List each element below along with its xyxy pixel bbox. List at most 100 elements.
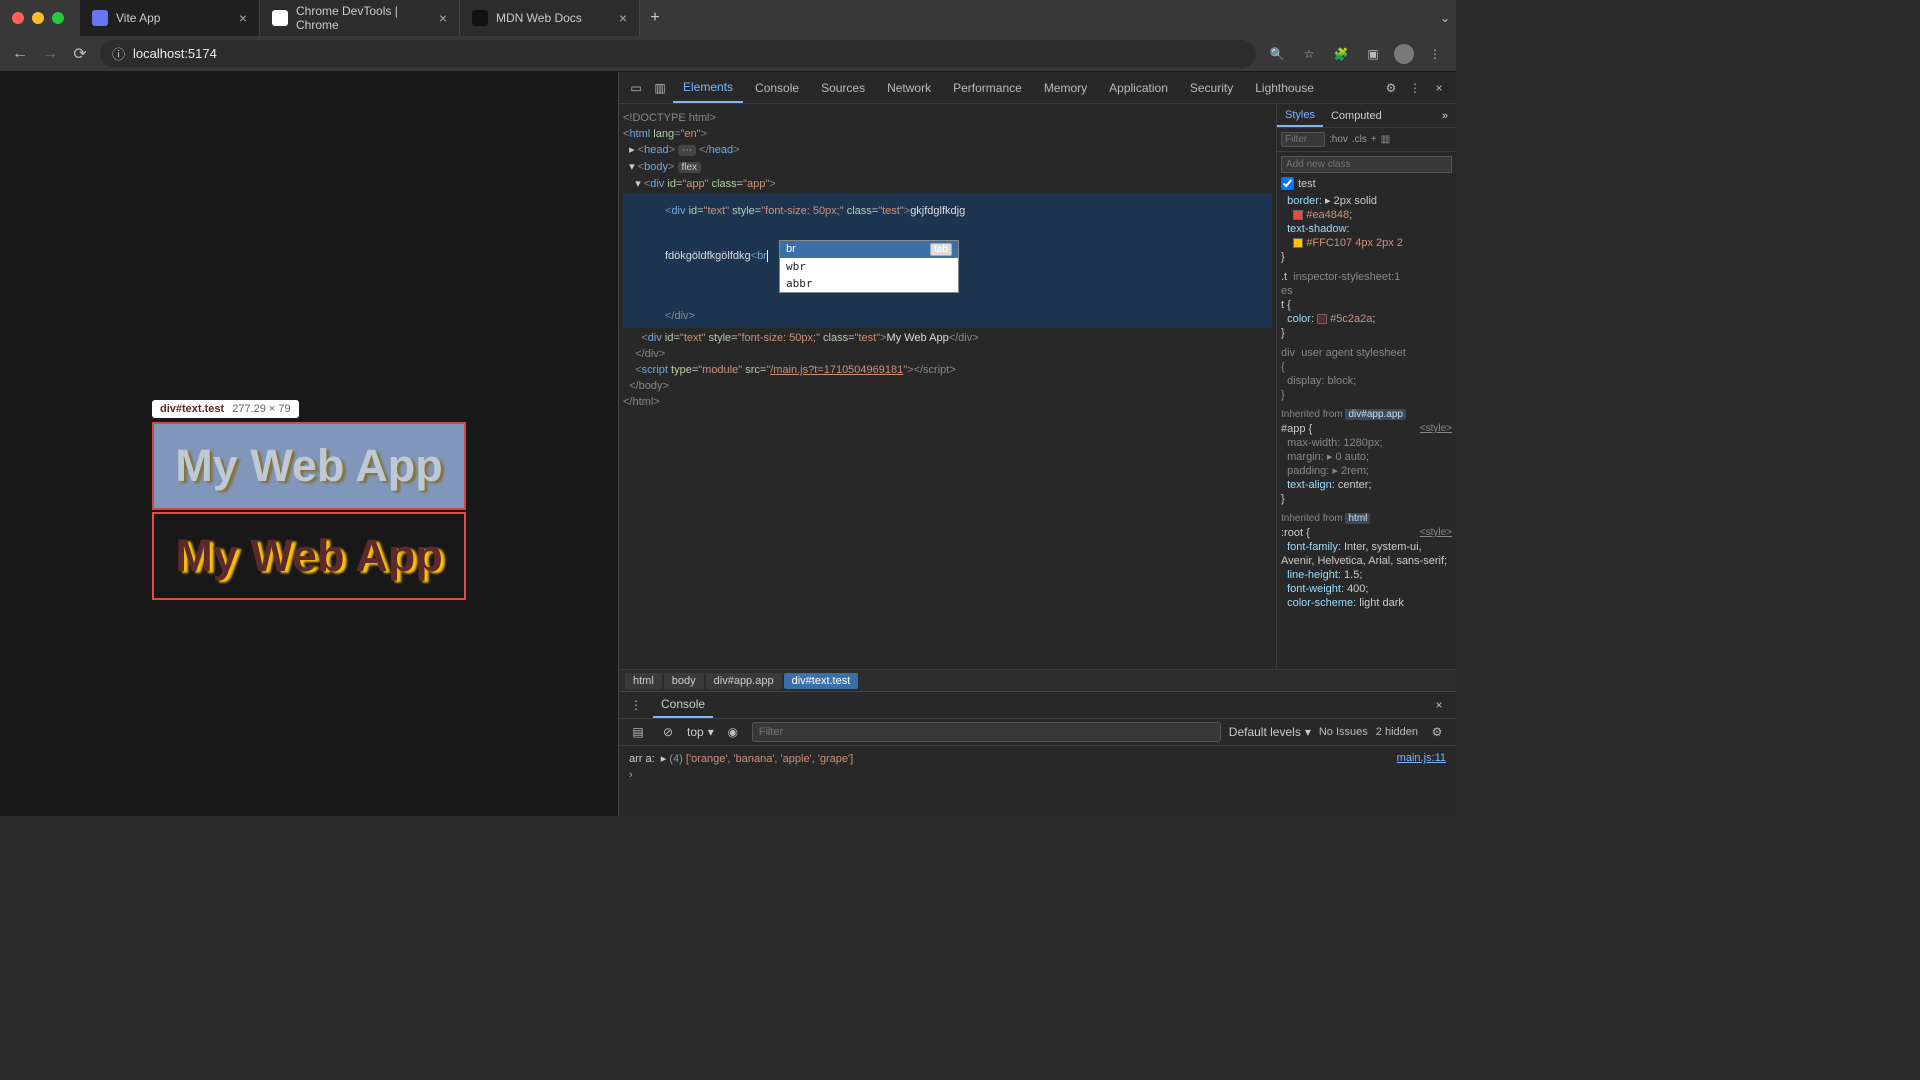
tab-application[interactable]: Application — [1099, 72, 1178, 103]
body-close-node[interactable]: </body> — [623, 378, 1272, 394]
console-output[interactable]: main.js:11 arr a: ▸ (4) ['orange', 'bana… — [619, 746, 1456, 816]
extensions-icon[interactable]: 🧩 — [1330, 47, 1352, 61]
tab-title: Chrome DevTools | Chrome — [296, 4, 431, 32]
dom-breadcrumbs: html body div#app.app div#text.test — [619, 669, 1456, 691]
search-icon[interactable]: 🔍 — [1266, 47, 1288, 61]
site-info-icon[interactable]: ⓘ — [112, 44, 125, 63]
computed-toggle-icon[interactable]: ▥ — [1381, 134, 1390, 145]
new-tab-button[interactable]: + — [640, 0, 670, 36]
rule-test[interactable]: border: ▸ 2px solid #ea4848; text-shadow… — [1281, 194, 1452, 264]
side-panel-icon[interactable]: ▣ — [1362, 47, 1384, 61]
inspect-icon[interactable]: ▭ — [625, 81, 647, 95]
crumb-text[interactable]: div#text.test — [784, 673, 859, 689]
gear-icon[interactable]: ⚙ — [1426, 725, 1448, 739]
cls-toggle[interactable]: .cls — [1352, 134, 1367, 145]
hov-toggle[interactable]: :hov — [1329, 134, 1348, 145]
console-sidebar-icon[interactable]: ▤ — [627, 725, 649, 739]
crumb-body[interactable]: body — [664, 673, 704, 689]
tab-console[interactable]: Console — [745, 72, 809, 103]
html-node[interactable]: <html lang="en"> — [623, 126, 1272, 142]
tab-sources[interactable]: Sources — [811, 72, 875, 103]
tab-lighthouse[interactable]: Lighthouse — [1245, 72, 1324, 103]
autocomplete-item-br[interactable]: brtab — [780, 241, 958, 258]
live-expression-icon[interactable]: ◉ — [722, 725, 744, 739]
script-node[interactable]: <script type="module" src="/main.js?t=17… — [623, 362, 1272, 378]
reload-button[interactable]: ⟳ — [70, 44, 90, 64]
gear-icon[interactable]: ⚙ — [1380, 81, 1402, 95]
tab-performance[interactable]: Performance — [943, 72, 1032, 103]
class-toggle-row[interactable]: test — [1281, 177, 1452, 190]
console-log-row[interactable]: main.js:11 arr a: ▸ (4) ['orange', 'bana… — [629, 752, 1446, 765]
address-bar[interactable]: ⓘ localhost:5174 — [100, 40, 1256, 68]
tab-computed[interactable]: Computed — [1323, 104, 1390, 127]
styles-rules[interactable]: test border: ▸ 2px solid #ea4848; text-s… — [1277, 152, 1456, 669]
tab-styles[interactable]: Styles — [1277, 104, 1323, 127]
console-toolbar: ▤ ⊘ top ▾ ◉ Default levels ▾ No Issues 2… — [619, 718, 1456, 746]
crumb-app[interactable]: div#app.app — [706, 673, 782, 689]
minimize-window[interactable] — [32, 12, 44, 24]
close-icon[interactable]: × — [439, 10, 447, 26]
head-node[interactable]: ▸ <head> ⋯ </head> — [623, 142, 1272, 159]
maximize-window[interactable] — [52, 12, 64, 24]
close-icon[interactable]: × — [1428, 81, 1450, 95]
clear-console-icon[interactable]: ⊘ — [657, 725, 679, 739]
color-swatch[interactable] — [1317, 314, 1327, 324]
console-prompt[interactable]: › — [629, 769, 1446, 781]
close-icon[interactable]: × — [1428, 698, 1450, 712]
autocomplete-item-wbr[interactable]: wbr — [780, 258, 958, 275]
inherited-app[interactable]: Inherited from div#app.app #app { <style… — [1281, 408, 1452, 506]
tab-security[interactable]: Security — [1180, 72, 1243, 103]
styles-filter-input[interactable] — [1281, 132, 1325, 147]
drawer-more-icon[interactable]: ⋮ — [625, 698, 647, 712]
browser-tabs: Vite App × Chrome DevTools | Chrome × MD… — [80, 0, 670, 36]
drawer-tab-console[interactable]: Console — [653, 692, 713, 718]
close-window[interactable] — [12, 12, 24, 24]
inherited-html[interactable]: Inherited from html :root { <style> font… — [1281, 512, 1452, 610]
rendered-page: div#text.test 277.29 × 79 My Web App My … — [0, 72, 618, 816]
tab-devtools-docs[interactable]: Chrome DevTools | Chrome × — [260, 0, 460, 36]
new-rule-icon[interactable]: + — [1371, 134, 1377, 145]
html-close-node[interactable]: </html> — [623, 394, 1272, 410]
dom-tree[interactable]: <!DOCTYPE html> <html lang="en"> ▸ <head… — [619, 104, 1276, 669]
styles-tabs: Styles Computed » — [1277, 104, 1456, 128]
back-button[interactable]: ← — [10, 45, 30, 63]
issues-badge[interactable]: No Issues — [1319, 726, 1368, 738]
doctype-node[interactable]: <!DOCTYPE html> — [623, 110, 1272, 126]
rule-t[interactable]: .t inspector-stylesheet:1 es t { color: … — [1281, 270, 1452, 340]
console-filter-input[interactable] — [752, 722, 1221, 742]
tab-mdn[interactable]: MDN Web Docs × — [460, 0, 640, 36]
text-element-1: My Web App — [152, 422, 466, 510]
close-icon[interactable]: × — [239, 10, 247, 26]
forward-button[interactable]: → — [40, 45, 60, 63]
hidden-badge[interactable]: 2 hidden — [1376, 726, 1418, 738]
menu-icon[interactable]: ⋮ — [1424, 47, 1446, 61]
chrome-icon — [272, 10, 288, 26]
more-tabs-icon[interactable]: » — [1434, 104, 1456, 127]
tab-memory[interactable]: Memory — [1034, 72, 1097, 103]
bookmark-icon[interactable]: ☆ — [1298, 47, 1320, 61]
device-mode-icon[interactable]: ▥ — [649, 81, 671, 95]
tab-elements[interactable]: Elements — [673, 72, 743, 103]
tab-network[interactable]: Network — [877, 72, 941, 103]
execution-context[interactable]: top ▾ — [687, 725, 714, 739]
color-swatch[interactable] — [1293, 238, 1303, 248]
log-levels[interactable]: Default levels ▾ — [1229, 725, 1311, 739]
chevron-down-icon[interactable]: ⌄ — [1434, 11, 1456, 25]
profile-avatar[interactable] — [1394, 44, 1414, 64]
tab-vite-app[interactable]: Vite App × — [80, 0, 260, 36]
app-div-node[interactable]: ▾ <div id="app" class="app"> — [623, 176, 1272, 192]
app-close-node[interactable]: </div> — [623, 346, 1272, 362]
body-node[interactable]: ▾ <body> flex — [623, 159, 1272, 176]
more-icon[interactable]: ⋮ — [1404, 81, 1426, 95]
add-class-input[interactable] — [1281, 156, 1452, 173]
autocomplete-popup[interactable]: brtab wbr abbr — [779, 240, 959, 293]
autocomplete-item-abbr[interactable]: abbr — [780, 275, 958, 292]
close-icon[interactable]: × — [619, 10, 627, 26]
class-checkbox[interactable] — [1281, 177, 1294, 190]
rule-div-ua[interactable]: div user agent stylesheet { display: blo… — [1281, 346, 1452, 402]
text2-node[interactable]: <div id="text" style="font-size: 50px;" … — [623, 330, 1272, 346]
crumb-html[interactable]: html — [625, 673, 662, 689]
mdn-icon — [472, 10, 488, 26]
color-swatch[interactable] — [1293, 210, 1303, 220]
source-link[interactable]: main.js:11 — [1397, 752, 1446, 764]
